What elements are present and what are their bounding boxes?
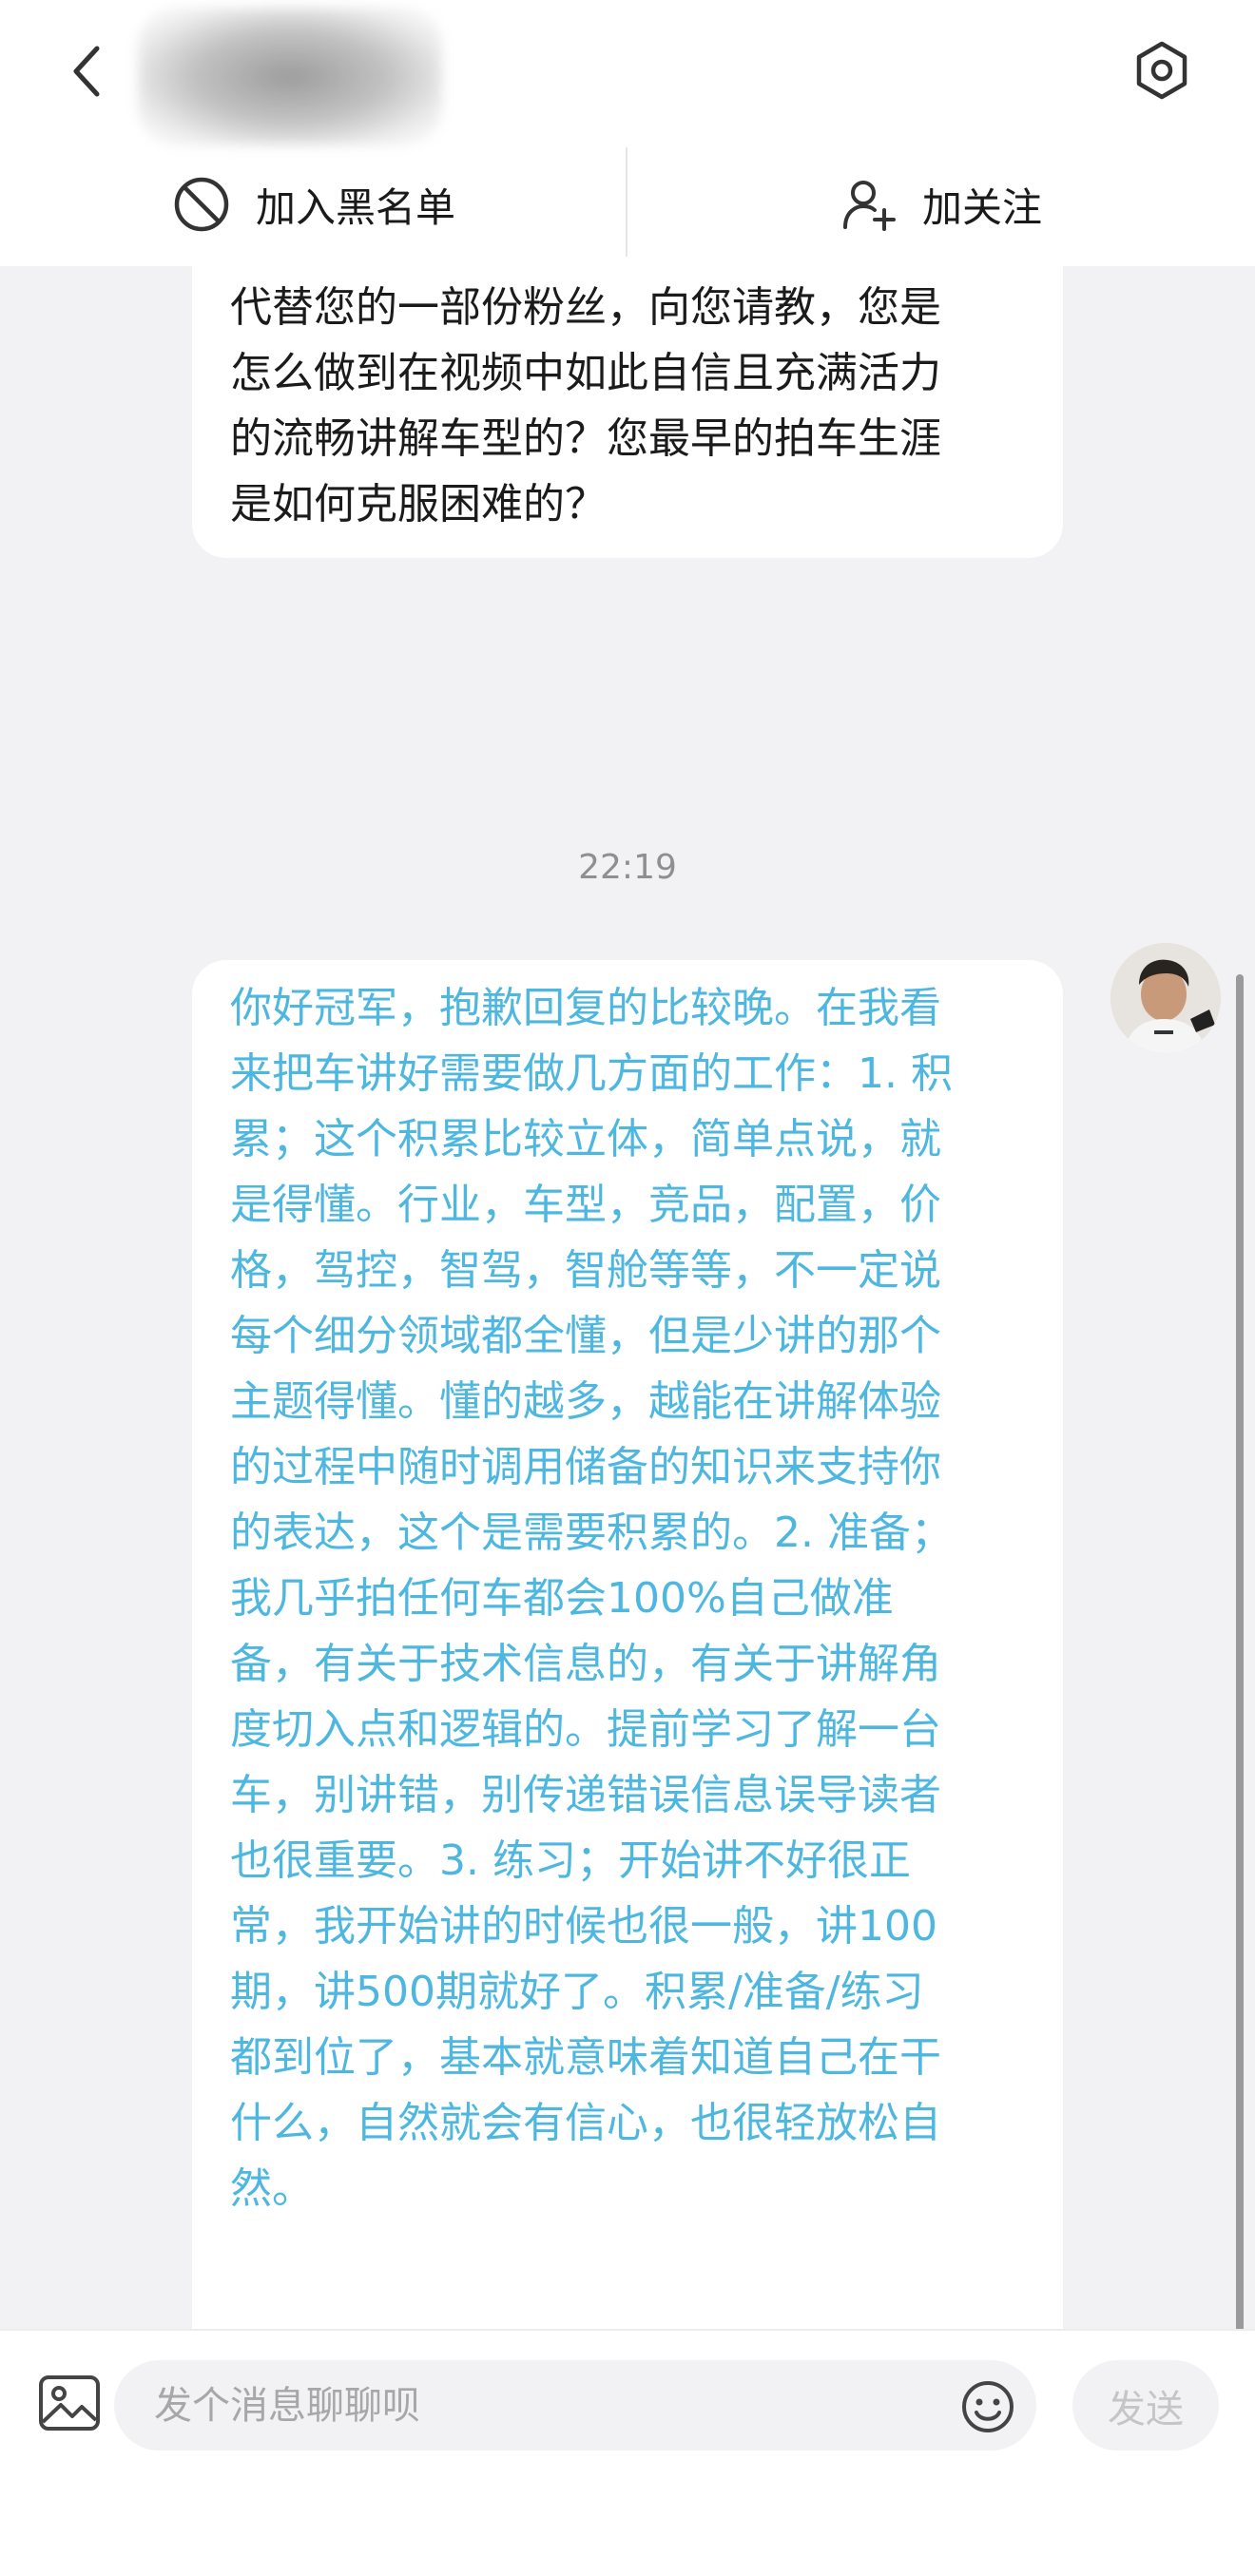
chevron-left-icon bbox=[73, 46, 100, 97]
image-icon bbox=[39, 2375, 100, 2431]
message-input-box[interactable] bbox=[114, 2360, 1036, 2451]
action-divider bbox=[626, 147, 628, 257]
blacklist-button[interactable]: 加入黑名单 bbox=[0, 143, 628, 266]
send-button[interactable]: 发送 bbox=[1072, 2360, 1219, 2451]
footer-divider bbox=[0, 2329, 1255, 2331]
avatar[interactable] bbox=[1110, 943, 1221, 1053]
settings-button[interactable] bbox=[1130, 38, 1194, 103]
incoming-message-text: 您家中的文化系不一样了。我相信也有 很多冠军会因为您的视频爱上汽车，也 梦想着有… bbox=[230, 283, 941, 529]
header-actions: 加入黑名单 加关注 bbox=[0, 143, 1255, 266]
blacklist-label: 加入黑名单 bbox=[255, 183, 455, 231]
back-button[interactable] bbox=[57, 36, 118, 106]
incoming-message-bubble[interactable]: 您家中的文化系不一样了。我相信也有 很多冠军会因为您的视频爱上汽车，也 梦想着有… bbox=[192, 266, 1063, 558]
block-icon bbox=[174, 177, 229, 232]
follow-label: 加关注 bbox=[921, 183, 1042, 231]
chat-area[interactable]: 您家中的文化系不一样了。我相信也有 很多冠军会因为您的视频爱上汽车，也 梦想着有… bbox=[0, 266, 1255, 2329]
image-button[interactable] bbox=[38, 2374, 101, 2432]
outgoing-message-text: 你好冠军，抱歉回复的比较晚。在我看 来把车讲好需要做几方面的工作：1. 积 累；… bbox=[230, 984, 953, 2213]
hexagon-settings-icon bbox=[1136, 41, 1187, 100]
blurred-username bbox=[138, 8, 442, 145]
chat-header: 加入黑名单 加关注 bbox=[0, 0, 1255, 266]
avatar-portrait bbox=[1110, 943, 1221, 1053]
emoji-button[interactable] bbox=[960, 2379, 1015, 2434]
add-user-icon bbox=[842, 181, 896, 231]
follow-button[interactable]: 加关注 bbox=[628, 143, 1255, 266]
scrollbar[interactable] bbox=[1236, 974, 1244, 2329]
message-input[interactable] bbox=[154, 2360, 915, 2451]
message-composer: 发送 bbox=[0, 2329, 1255, 2576]
smiley-icon bbox=[962, 2381, 1014, 2432]
outgoing-message-bubble[interactable]: 你好冠军，抱歉回复的比较晚。在我看 来把车讲好需要做几方面的工作：1. 积 累；… bbox=[192, 960, 1063, 2329]
message-timestamp: 22:19 bbox=[578, 848, 677, 887]
